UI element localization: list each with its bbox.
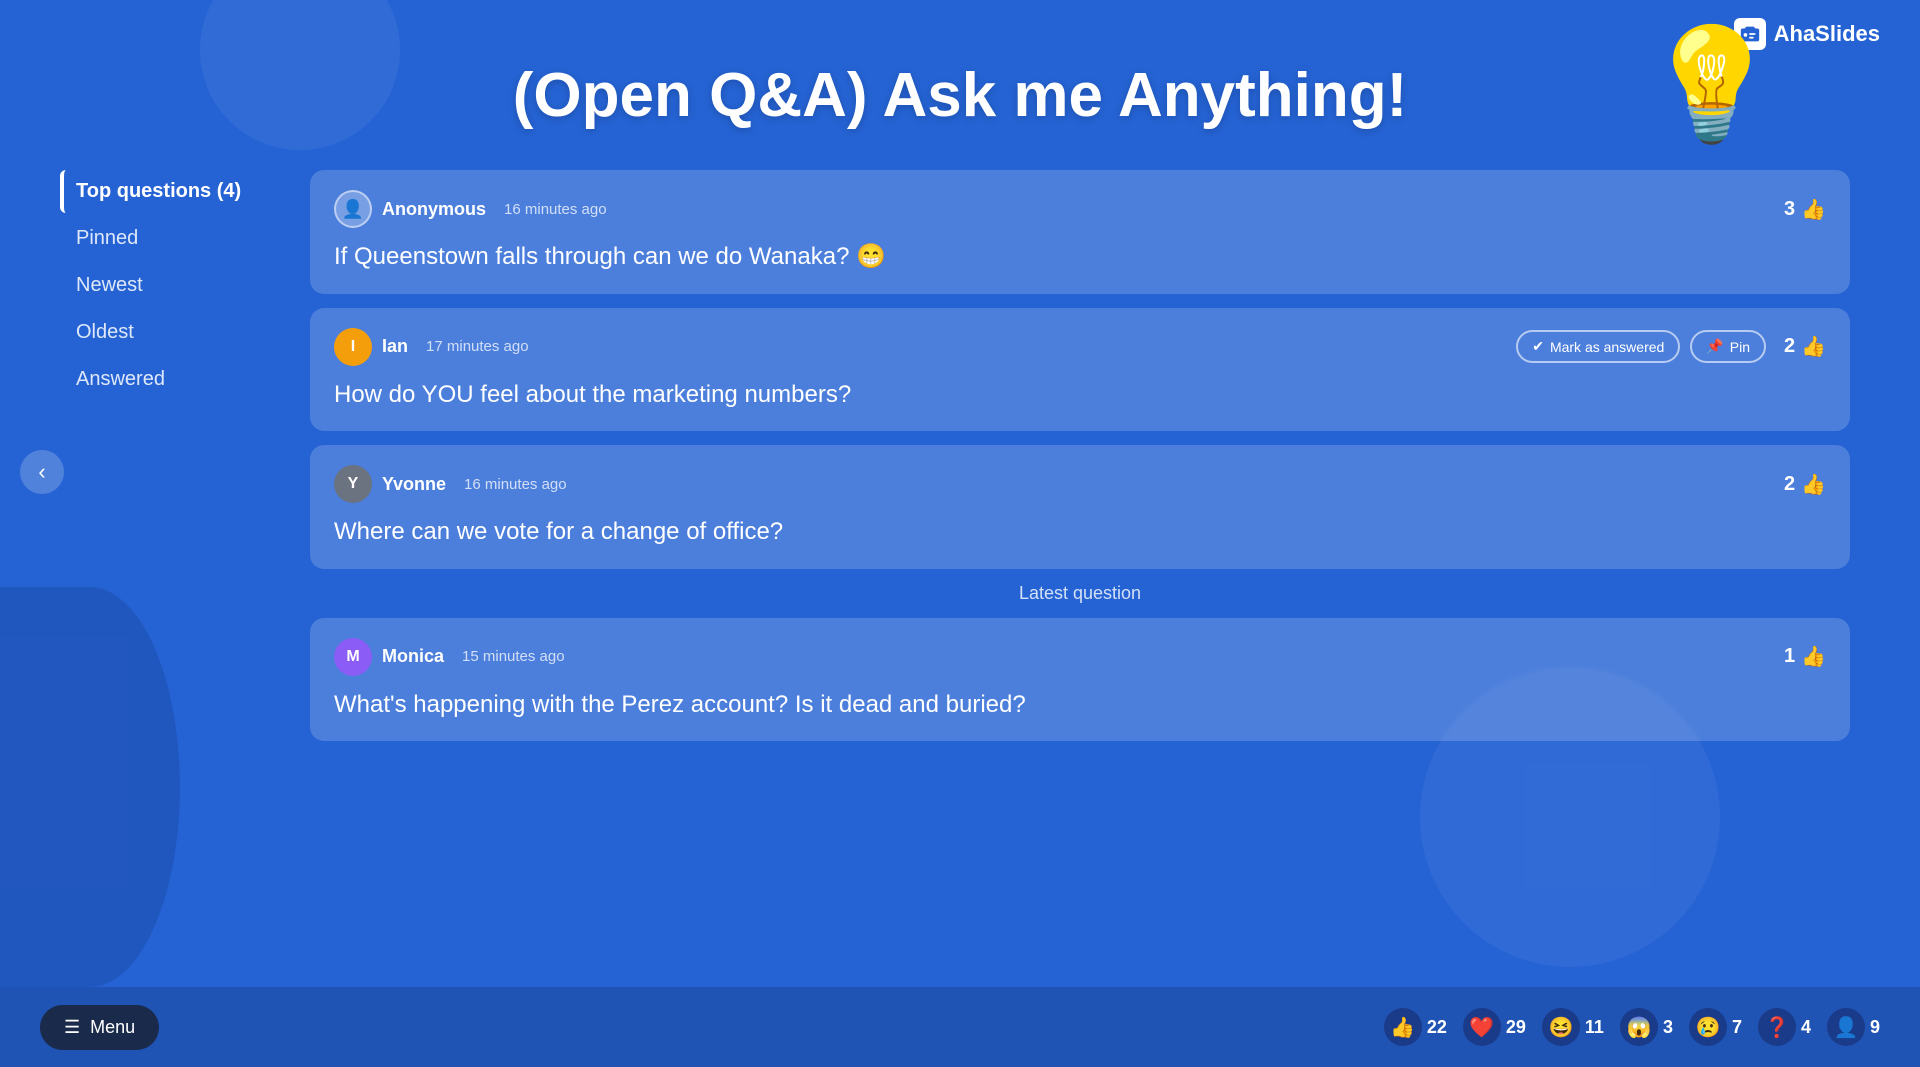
question-text-1: If Queenstown falls through can we do Wa… [334,240,1826,274]
latest-separator: Latest question [310,583,1850,604]
pin-label: Pin [1730,339,1750,355]
question-card-2: I Ian 17 minutes ago ✔ Mark as answered … [310,308,1850,432]
reaction-sad[interactable]: 😢 7 [1689,1008,1742,1046]
reaction-shock[interactable]: 😱 3 [1620,1008,1673,1046]
thumb-icon-1[interactable]: 👍 [1801,197,1826,222]
menu-icon: ☰ [64,1017,80,1038]
pin-button[interactable]: 📌 Pin [1690,330,1766,363]
question-card-3: Y Yvonne 16 minutes ago 2 👍 Where can we… [310,445,1850,569]
like-count-1: 3 👍 [1776,197,1826,222]
question-author-1: 👤 Anonymous 16 minutes ago [334,190,607,228]
sidebar-label-newest: Newest [76,274,143,296]
thumb-icon-latest[interactable]: 👍 [1801,644,1826,669]
author-time-3: 16 minutes ago [464,476,567,493]
question-text-latest: What's happening with the Perez account?… [334,688,1826,722]
mark-answered-label: Mark as answered [1550,339,1664,355]
sidebar-item-oldest[interactable]: Oldest [60,311,290,354]
question-card-latest: M Monica 15 minutes ago 1 👍 What's happe… [310,618,1850,742]
reaction-sad-icon: 😢 [1689,1008,1727,1046]
question-card-1: 👤 Anonymous 16 minutes ago 3 👍 If Queens… [310,170,1850,294]
reaction-shock-count: 3 [1663,1017,1673,1038]
author-time-2: 17 minutes ago [426,338,529,355]
sidebar-label-answered: Answered [76,368,165,390]
reaction-question-count: 4 [1801,1017,1811,1038]
menu-button[interactable]: ☰ Menu [40,1005,159,1050]
question-actions-2: ✔ Mark as answered 📌 Pin 2 👍 [1516,330,1826,363]
reaction-laugh-count: 11 [1585,1017,1604,1038]
like-number-3: 2 [1784,473,1795,496]
questions-list[interactable]: 👤 Anonymous 16 minutes ago 3 👍 If Queens… [310,170,1860,977]
sidebar-label-oldest: Oldest [76,321,134,343]
avatar-1: 👤 [334,190,372,228]
reaction-heart[interactable]: ❤️ 29 [1463,1008,1526,1046]
sidebar-item-answered[interactable]: Answered [60,358,290,401]
left-arrow-button[interactable]: ‹ [20,450,64,494]
reaction-like-count: 22 [1427,1017,1447,1038]
reaction-sad-count: 7 [1732,1017,1742,1038]
question-header-1: 👤 Anonymous 16 minutes ago 3 👍 [334,190,1826,228]
reaction-question[interactable]: ❓ 4 [1758,1008,1811,1046]
reaction-like-icon: 👍 [1384,1008,1422,1046]
logo-text: AhaSlides [1774,21,1880,47]
reaction-shock-icon: 😱 [1620,1008,1658,1046]
reaction-users-count: 9 [1870,1017,1880,1038]
like-number-latest: 1 [1784,645,1795,668]
thumb-icon-2[interactable]: 👍 [1801,334,1826,359]
reaction-laugh-icon: 😆 [1542,1008,1580,1046]
reaction-users[interactable]: 👤 9 [1827,1008,1880,1046]
question-author-2: I Ian 17 minutes ago [334,328,529,366]
like-number-1: 3 [1784,198,1795,221]
sidebar-item-top-questions[interactable]: Top questions (4) [60,170,290,213]
bottom-bar: ☰ Menu 👍 22 ❤️ 29 😆 11 😱 3 😢 7 ❓ 4 👤 [0,987,1920,1067]
sidebar-label-top-questions: Top questions (4) [76,180,241,202]
author-time-latest: 15 minutes ago [462,648,565,665]
reaction-like[interactable]: 👍 22 [1384,1008,1447,1046]
page-title: (Open Q&A) Ask me Anything! [0,60,1920,131]
question-author-3: Y Yvonne 16 minutes ago [334,465,567,503]
mark-answered-button[interactable]: ✔ Mark as answered [1516,330,1680,363]
question-header-2: I Ian 17 minutes ago ✔ Mark as answered … [334,328,1826,366]
reaction-users-icon: 👤 [1827,1008,1865,1046]
like-number-2: 2 [1784,335,1795,358]
like-count-latest: 1 👍 [1776,644,1826,669]
question-text-2: How do YOU feel about the marketing numb… [334,378,1826,412]
avatar-latest: M [334,638,372,676]
reactions-bar: 👍 22 ❤️ 29 😆 11 😱 3 😢 7 ❓ 4 👤 9 [1384,1008,1880,1046]
author-name-latest: Monica [382,646,444,667]
author-name-1: Anonymous [382,199,486,220]
question-header-latest: M Monica 15 minutes ago 1 👍 [334,638,1826,676]
like-count-3: 2 👍 [1776,472,1826,497]
reaction-heart-count: 29 [1506,1017,1526,1038]
check-icon: ✔ [1532,338,1544,355]
avatar-3: Y [334,465,372,503]
sidebar-item-newest[interactable]: Newest [60,264,290,307]
question-author-latest: M Monica 15 minutes ago [334,638,565,676]
menu-label: Menu [90,1017,135,1038]
sidebar-label-pinned: Pinned [76,227,138,249]
question-text-3: Where can we vote for a change of office… [334,515,1826,549]
reaction-question-icon: ❓ [1758,1008,1796,1046]
bg-wave-left [0,587,180,987]
reaction-heart-icon: ❤️ [1463,1008,1501,1046]
question-header-3: Y Yvonne 16 minutes ago 2 👍 [334,465,1826,503]
author-name-2: Ian [382,336,408,357]
reaction-laugh[interactable]: 😆 11 [1542,1008,1604,1046]
author-time-1: 16 minutes ago [504,201,607,218]
sidebar-item-pinned[interactable]: Pinned [60,217,290,260]
thumb-icon-3[interactable]: 👍 [1801,472,1826,497]
author-name-3: Yvonne [382,474,446,495]
pin-icon: 📌 [1706,338,1723,355]
sidebar: Top questions (4) Pinned Newest Oldest A… [60,170,290,405]
avatar-2: I [334,328,372,366]
content-area: 👤 Anonymous 16 minutes ago 3 👍 If Queens… [310,170,1860,977]
like-count-2: 2 👍 [1776,334,1826,359]
